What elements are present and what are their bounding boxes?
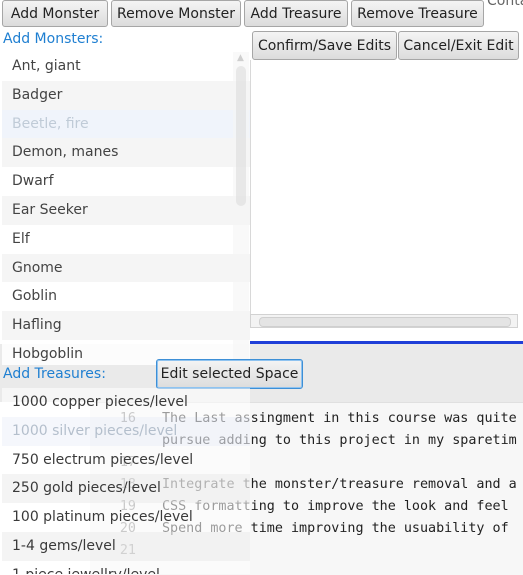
cancel-exit-button[interactable]: Cancel/Exit Edit (398, 31, 519, 60)
list-item[interactable]: 1000 copper pieces/level (2, 388, 250, 417)
list-item[interactable]: Elf (2, 225, 250, 254)
list-item[interactable]: Hafling (2, 311, 250, 340)
treasure-list[interactable]: 1000 copper pieces/level 1000 silver pie… (2, 388, 250, 574)
list-item[interactable]: Goblin (2, 282, 250, 311)
remove-treasure-button[interactable]: Remove Treasure (351, 0, 484, 27)
list-item[interactable]: 100 platinum pieces/level (2, 503, 250, 532)
list-item[interactable]: Ant, giant (2, 52, 250, 81)
add-treasure-button[interactable]: Add Treasure (244, 0, 348, 27)
scrollbar-thumb[interactable] (259, 317, 511, 327)
list-item[interactable]: 750 electrum pieces/level (2, 445, 250, 475)
remove-monster-button[interactable]: Remove Monster (111, 0, 241, 27)
map-pane[interactable] (250, 60, 523, 320)
list-item[interactable]: Dwarf (2, 167, 250, 196)
add-monsters-label: Add Monsters: (3, 31, 104, 47)
list-item[interactable]: Gnome (2, 253, 250, 283)
scroll-up-icon[interactable]: ▲ (237, 53, 244, 63)
horizontal-scrollbar[interactable] (250, 314, 518, 328)
list-item[interactable]: 1 piece jewellry/level (2, 560, 250, 574)
monster-list[interactable]: Ant, giant Badger Beetle, fire Demon, ma… (2, 52, 250, 365)
list-item[interactable]: Badger (2, 80, 250, 110)
list-item[interactable]: Ear Seeker (2, 195, 250, 225)
list-item[interactable]: 250 gold pieces/level (2, 474, 250, 504)
add-treasures-label: Add Treasures: (3, 366, 106, 382)
contact-text: Contac (487, 0, 523, 9)
list-item[interactable]: 1000 silver pieces/level (2, 416, 250, 446)
confirm-save-button[interactable]: Confirm/Save Edits (252, 31, 397, 60)
list-item[interactable]: 1-4 gems/level (2, 531, 250, 561)
focus-line (250, 341, 523, 344)
add-monster-button[interactable]: Add Monster (2, 0, 108, 27)
list-item[interactable]: Demon, manes (2, 138, 250, 168)
scrollbar-thumb[interactable] (236, 66, 246, 206)
list-item[interactable]: Beetle, fire (2, 109, 250, 139)
edit-selected-space-button[interactable]: Edit selected Space (156, 359, 303, 389)
